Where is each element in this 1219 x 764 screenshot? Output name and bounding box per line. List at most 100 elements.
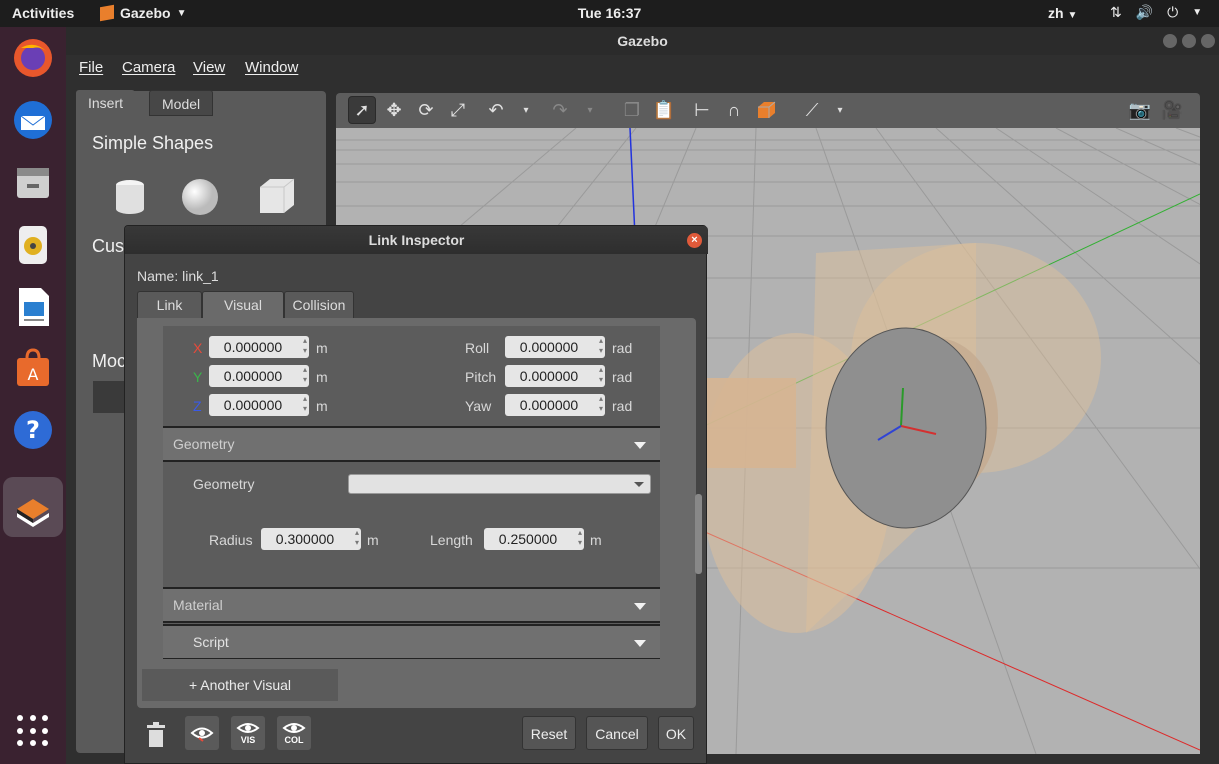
- translate-tool-icon[interactable]: ✥: [380, 96, 408, 124]
- y-spinbox[interactable]: 0.000000: [209, 365, 309, 387]
- system-tray[interactable]: ⇅ 🔊 ⏻ ▼: [1110, 4, 1202, 21]
- show-visual-icon[interactable]: VIS: [231, 716, 265, 750]
- material-section-header[interactable]: Material: [163, 587, 660, 623]
- window-titlebar: Gazebo: [66, 27, 1219, 55]
- menu-file[interactable]: File: [79, 59, 103, 76]
- y-unit: m: [316, 369, 328, 385]
- firefox-icon[interactable]: [10, 35, 56, 81]
- collapse-triangle-icon: [634, 640, 646, 647]
- tab-insert[interactable]: Insert: [76, 90, 136, 116]
- menu-view[interactable]: View: [193, 59, 225, 76]
- lang-label: zh: [1048, 5, 1064, 21]
- cylinder-shape-icon[interactable]: [110, 175, 150, 215]
- copy-icon[interactable]: ❐: [618, 96, 646, 124]
- col-label: COL: [284, 735, 304, 745]
- align-icon[interactable]: ⊢: [688, 96, 716, 124]
- undo-icon[interactable]: ↶: [482, 96, 510, 124]
- joint-tool-icon[interactable]: ⟋: [798, 96, 826, 124]
- trash-icon[interactable]: [145, 722, 167, 748]
- chevron-down-icon: ▼: [1067, 10, 1078, 21]
- screenshot-icon[interactable]: 📷: [1126, 96, 1154, 124]
- tab-link[interactable]: Link: [137, 291, 202, 319]
- geometry-label: Geometry: [193, 476, 255, 492]
- length-spinbox[interactable]: 0.250000: [484, 528, 584, 550]
- yaw-label: Yaw: [465, 398, 492, 414]
- link-name: Name: link_1: [137, 268, 219, 284]
- window-title: Gazebo: [617, 33, 668, 49]
- undo-dropdown-icon[interactable]: ▾: [512, 96, 540, 124]
- minimize-icon[interactable]: [1163, 34, 1177, 48]
- radius-label: Radius: [209, 532, 253, 548]
- activities-button[interactable]: Activities: [12, 5, 74, 21]
- gazebo-icon: [100, 4, 114, 22]
- menu-bar: File Camera View Window: [66, 55, 1219, 83]
- x-spinbox[interactable]: 0.000000: [209, 336, 309, 358]
- tab-model[interactable]: Model: [149, 90, 214, 116]
- select-tool-icon[interactable]: ➚: [348, 96, 376, 124]
- simple-shapes-heading: Simple Shapes: [92, 133, 214, 153]
- app-menu[interactable]: Gazebo ▼: [100, 4, 187, 22]
- joint-dropdown-icon[interactable]: ▾: [826, 96, 854, 124]
- power-icon: ⏻: [1167, 4, 1179, 20]
- script-section-header[interactable]: Script: [163, 624, 660, 659]
- vertical-scrollbar[interactable]: [695, 494, 702, 574]
- snap-icon[interactable]: ∩: [720, 96, 748, 124]
- menu-window[interactable]: Window: [245, 59, 298, 76]
- files-icon[interactable]: [10, 159, 56, 205]
- tab-collision[interactable]: Collision: [284, 291, 354, 319]
- chevron-down-icon: ▼: [176, 7, 187, 19]
- network-icon: ⇅: [1110, 4, 1122, 20]
- yaw-spinbox[interactable]: 0.000000: [505, 394, 605, 416]
- roll-spinbox[interactable]: 0.000000: [505, 336, 605, 358]
- length-label: Length: [430, 532, 473, 548]
- visibility-toggle-icon[interactable]: [185, 716, 219, 750]
- paste-icon[interactable]: 📋: [650, 96, 678, 124]
- thunderbird-icon[interactable]: [10, 97, 56, 143]
- pitch-spinbox[interactable]: 0.000000: [505, 365, 605, 387]
- menu-camera[interactable]: Camera: [122, 59, 175, 76]
- rotate-tool-icon[interactable]: ⟳: [412, 96, 440, 124]
- pitch-label: Pitch: [465, 369, 497, 385]
- radius-spinbox[interactable]: 0.300000: [261, 528, 361, 550]
- tab-visual[interactable]: Visual: [202, 291, 284, 319]
- geometry-section-header[interactable]: Geometry: [163, 426, 660, 462]
- change-view-icon[interactable]: [752, 96, 780, 124]
- sphere-shape-icon[interactable]: [180, 175, 220, 215]
- volume-icon: 🔊: [1135, 4, 1154, 20]
- box-shape-icon[interactable]: [256, 175, 296, 215]
- chevron-down-icon: ▼: [1192, 7, 1203, 18]
- close-icon[interactable]: [1201, 34, 1215, 48]
- radius-unit: m: [367, 532, 379, 548]
- show-apps-icon[interactable]: [17, 715, 49, 747]
- visual-scroll-area[interactable]: X 0.000000 m Y 0.000000 m Z 0.000000 m R…: [163, 326, 660, 659]
- model-heading: Moc: [92, 351, 127, 371]
- close-icon[interactable]: ×: [687, 233, 702, 248]
- cancel-button[interactable]: Cancel: [586, 716, 648, 750]
- dialog-title: Link Inspector: [368, 232, 465, 248]
- name-value: link_1: [182, 268, 219, 284]
- maximize-icon[interactable]: [1182, 34, 1196, 48]
- visual-tab-body: X 0.000000 m Y 0.000000 m Z 0.000000 m R…: [137, 318, 702, 708]
- help-icon[interactable]: ?: [10, 407, 56, 453]
- writer-icon[interactable]: [10, 283, 56, 329]
- cylinder-model[interactable]: [701, 243, 1101, 633]
- add-another-visual-button[interactable]: + Another Visual: [142, 669, 338, 701]
- svg-text:?: ?: [26, 416, 40, 444]
- rhythmbox-icon[interactable]: [10, 221, 56, 267]
- ok-button[interactable]: OK: [658, 716, 694, 750]
- gazebo-dock-icon[interactable]: [3, 477, 63, 537]
- record-video-icon[interactable]: 🎥: [1158, 96, 1186, 124]
- show-collision-icon[interactable]: COL: [277, 716, 311, 750]
- redo-dropdown-icon[interactable]: ▾: [576, 96, 604, 124]
- geometry-type-select[interactable]: [348, 474, 651, 494]
- top-bar: Activities Gazebo ▼ Tue 16:37 zh ▼ ⇅ 🔊 ⏻ …: [0, 0, 1219, 27]
- z-spinbox[interactable]: 0.000000: [209, 394, 309, 416]
- link-inspector-dialog: Link Inspector × Name: link_1 Link Visua…: [124, 225, 708, 764]
- input-method[interactable]: zh ▼: [1048, 5, 1077, 21]
- redo-icon[interactable]: ↷: [546, 96, 574, 124]
- vis-label: VIS: [240, 735, 256, 745]
- reset-button[interactable]: Reset: [522, 716, 576, 750]
- dialog-titlebar: Link Inspector ×: [125, 226, 708, 254]
- scale-tool-icon[interactable]: ⤢: [444, 96, 472, 124]
- software-center-icon[interactable]: A: [10, 345, 56, 391]
